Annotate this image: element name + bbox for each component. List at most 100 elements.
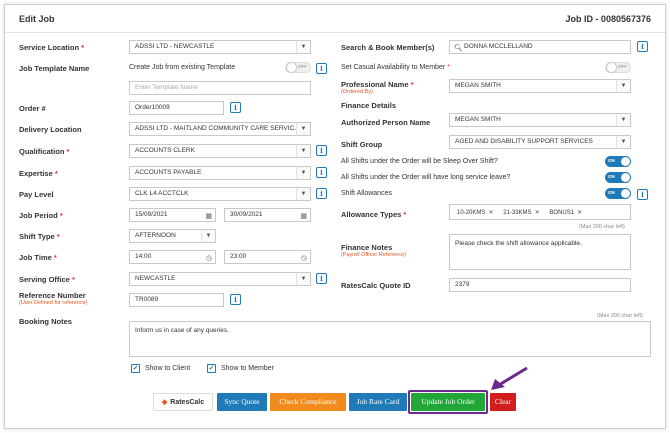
casual-availability-toggle[interactable]: OFF [605,62,631,73]
ratescalc-button[interactable]: ◆ RatesCalc [153,393,213,411]
job-template-label: Job Template Name [19,64,90,73]
clock-icon[interactable]: ◷ [301,253,307,263]
allowance-tag: BONUS1 ✕ [549,210,583,216]
job-rate-card-button[interactable]: Job Rate Card [349,393,407,411]
chevron-down-icon: ▼ [616,136,630,148]
allowance-types-field[interactable]: 10-20KMS ✕ 21-33KMS ✕ BONUS1 ✕ [449,204,631,220]
booking-char-hint: (Max 200 char left) [597,313,643,319]
ratescalc-quote-input[interactable]: 2379 [449,278,631,292]
calendar-icon[interactable]: ▦ [205,211,212,221]
pay-level-label: Pay Level [19,190,54,199]
chevron-down-icon: ▼ [296,167,310,179]
search-icon: 🔍︎ [454,45,463,52]
long-service-label: All Shifts under the Order will have lon… [341,174,511,181]
booking-notes-textarea[interactable]: Inform us in case of any queries. [129,321,651,357]
job-period-label: Job Period * [19,211,63,220]
allowance-tag: 21-33KMS ✕ [503,210,540,216]
start-date-input[interactable]: 15/09/2021 ▦ [129,208,216,222]
job-time-label: Job Time * [19,253,57,262]
shift-group-select[interactable]: AGED AND DISABILITY SUPPORT SERVICES ▼ [449,135,631,149]
shift-allowances-label: Shift Allowances [341,190,392,197]
close-icon[interactable]: ✕ [577,210,582,216]
highlight-box [408,390,488,414]
expertise-select[interactable]: ACCOUNTS PAYABLE ▼ [129,166,311,180]
reference-number-label: Reference Number (User Defined for refer… [19,291,88,306]
edit-job-panel: Edit Job Job ID - 0080567376 Service Loc… [4,4,666,429]
info-icon[interactable]: i [316,167,327,178]
start-time-input[interactable]: 14:00 ◷ [129,250,216,264]
pay-level-select[interactable]: CLK L4 ACCTCLK ▼ [129,187,311,201]
sleep-over-label: All Shifts under the Order will be Sleep… [341,158,498,165]
authorized-person-select[interactable]: MEGAN SMITH ▼ [449,113,631,127]
chevron-down-icon: ▼ [616,114,630,126]
show-to-client-label: Show to Client [145,365,191,372]
professional-name-label: Professional Name * (Ordered By) [341,80,414,95]
order-label: Order # [19,104,46,113]
chevron-down-icon: ▼ [296,188,310,200]
info-icon[interactable]: i [316,188,327,199]
search-member-input[interactable]: 🔍︎ DONNA MCCLELLAND [449,40,631,54]
info-icon[interactable]: i [230,102,241,113]
show-to-member-checkbox[interactable]: ✓ [207,364,216,373]
professional-name-select[interactable]: MEGAN SMITH ▼ [449,79,631,93]
template-toggle[interactable]: OFF [285,62,311,73]
finance-notes-textarea[interactable]: Please check the shift allowance applica… [449,234,631,270]
info-icon[interactable]: i [637,41,648,52]
shift-type-select[interactable]: AFTERNOON ▼ [129,229,216,243]
info-icon[interactable]: i [316,145,327,156]
delivery-location-select[interactable]: ADSSI LTD - MAITLAND COMMUNITY CARE SERV… [129,122,311,136]
reference-number-input[interactable]: TR0089 [129,293,224,307]
qualification-label: Qualification * [19,147,70,156]
job-id: Job ID - 0080567376 [565,14,651,24]
end-date-input[interactable]: 30/09/2021 ▦ [224,208,311,222]
template-name-input[interactable]: Enter Template Name [129,81,311,95]
chevron-down-icon: ▼ [296,41,310,53]
clock-icon[interactable]: ◷ [206,253,212,263]
ratescalc-quote-label: RatesCalc Quote ID [341,281,411,290]
allowance-char-hint: (Max 200 char left) [579,224,625,230]
casual-availability-label: Set Casual Availability to Member * [341,64,450,71]
search-member-label: Search & Book Member(s) [341,43,435,52]
chevron-down-icon: ▼ [296,123,310,135]
panel-header: Edit Job Job ID - 0080567376 [5,5,665,33]
ratescalc-logo-icon: ◆ [161,399,168,406]
sleep-over-toggle[interactable]: ON [605,156,631,167]
close-icon[interactable]: ✕ [535,210,540,216]
close-icon[interactable]: ✕ [488,210,493,216]
finance-notes-label: Finance Notes (Payroll Officer Reference… [341,243,407,258]
finance-details-label: Finance Details [341,101,397,110]
sync-quote-button[interactable]: Sync Quote [217,393,267,411]
booking-notes-label: Booking Notes [19,317,72,326]
info-icon[interactable]: i [316,273,327,284]
allowance-tag: 10-20KMS ✕ [457,210,494,216]
info-icon[interactable]: i [230,294,241,305]
shift-type-label: Shift Type * [19,232,60,241]
chevron-down-icon: ▼ [201,230,215,242]
serving-office-label: Serving Office * [19,275,75,284]
allowance-types-label: Allowance Types * [341,210,407,219]
serving-office-select[interactable]: NEWCASTLE ▼ [129,272,311,286]
long-service-toggle[interactable]: ON [605,172,631,183]
qualification-select[interactable]: ACCOUNTS CLERK ▼ [129,144,311,158]
clear-button[interactable]: Clear [490,393,516,411]
end-time-input[interactable]: 23:00 ◷ [224,250,311,264]
calendar-icon[interactable]: ▦ [300,211,307,221]
chevron-down-icon: ▼ [296,145,310,157]
chevron-down-icon: ▼ [616,80,630,92]
expertise-label: Expertise * [19,169,58,178]
template-option-label: Create Job from existing Template [129,64,236,71]
shift-allowances-toggle[interactable]: ON [605,188,631,199]
check-compliance-button[interactable]: Check Compliance [270,393,346,411]
info-icon[interactable]: i [637,189,648,200]
show-to-client-checkbox[interactable]: ✓ [131,364,140,373]
order-input[interactable]: Order10009 [129,101,224,115]
service-location-select[interactable]: ADSSI LTD - NEWCASTLE ▼ [129,40,311,54]
chevron-down-icon: ▼ [296,273,310,285]
info-icon[interactable]: i [316,63,327,74]
authorized-person-label: Authorized Person Name [341,118,431,127]
pointer-arrow-icon [491,366,528,390]
show-to-member-label: Show to Member [221,365,274,372]
delivery-location-label: Delivery Location [19,125,82,134]
service-location-label: Service Location * [19,43,85,52]
page-title: Edit Job [19,14,55,24]
